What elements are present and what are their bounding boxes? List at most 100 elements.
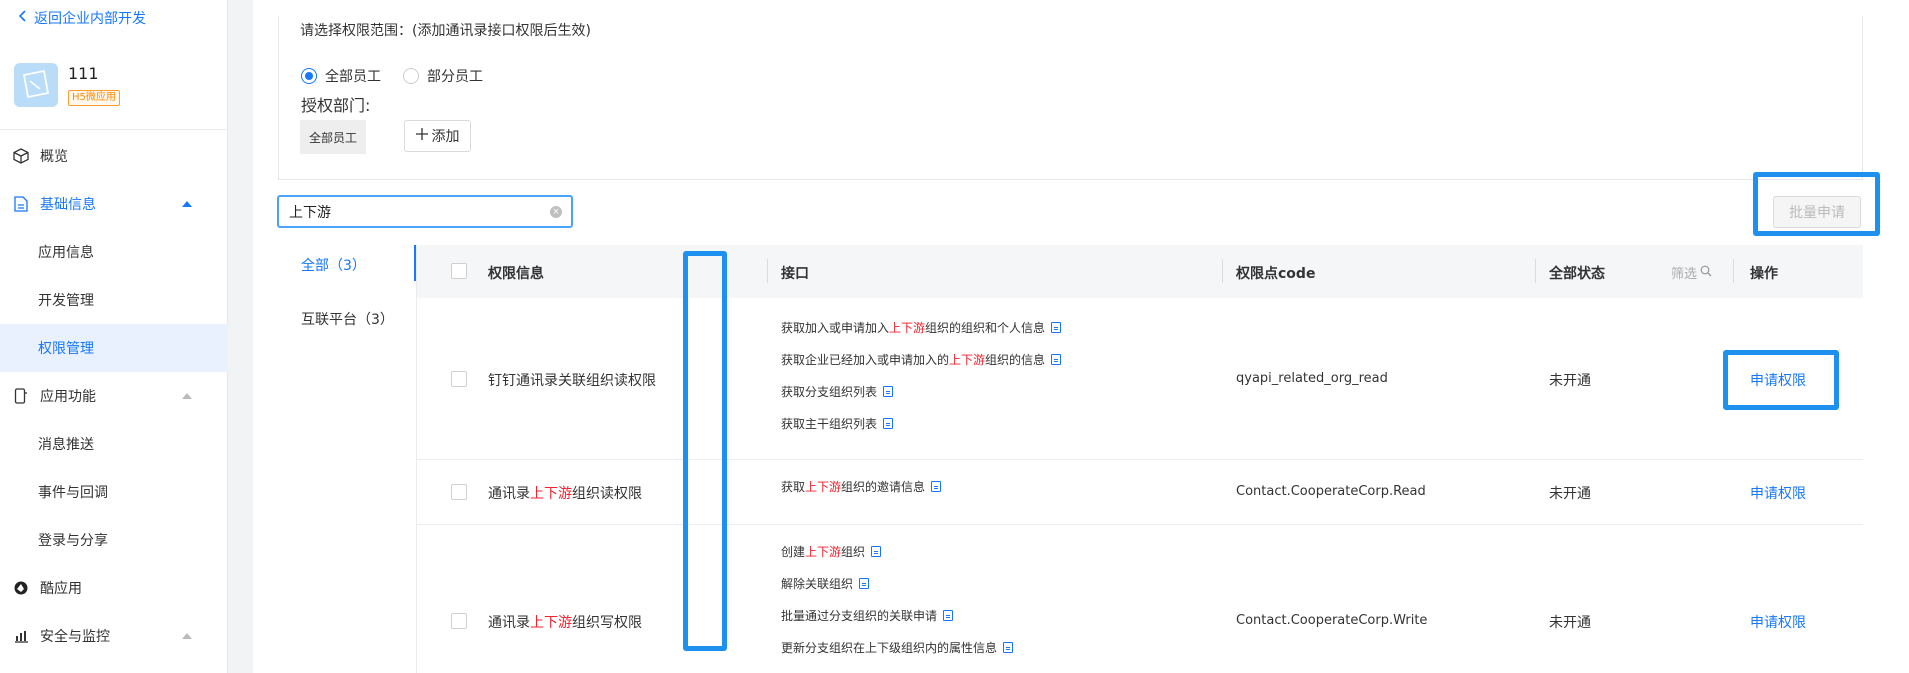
perm-name: 通讯录上下游组织写权限 (488, 615, 642, 631)
nav-item-overview[interactable]: 概览 (0, 132, 228, 180)
column-header-api: 接口 (781, 266, 809, 282)
radio-label: 部分员工 (427, 69, 483, 85)
sidebar-item-app-info[interactable]: 应用信息 (0, 228, 228, 276)
scope-title: 请选择权限范围：(添加通讯录接口权限后生效) (300, 23, 591, 39)
permission-scope-panel: 请选择权限范围：(添加通讯录接口权限后生效) 全部员工 部分员工 授权部门: 全… (278, 16, 1863, 180)
chevron-left-icon (18, 10, 28, 26)
highlight-box-batch (1753, 172, 1880, 236)
doc-link-icon[interactable] (859, 578, 870, 589)
api-item[interactable]: 解除关联组织 (781, 575, 870, 592)
search-input[interactable]: 上下游 × (277, 195, 573, 228)
sidebar-item-label: 事件与回调 (38, 485, 108, 501)
cool-app-icon (12, 579, 30, 597)
search-icon (1700, 265, 1712, 281)
api-item[interactable]: 获取加入或申请加入上下游组织的组织和个人信息 (781, 319, 1062, 336)
doc-link-icon[interactable] (1051, 354, 1062, 365)
doc-link-icon[interactable] (883, 418, 894, 429)
sidebar-item-dev-manage[interactable]: 开发管理 (0, 276, 228, 324)
cube-icon (12, 147, 30, 165)
highlight-box-apply-link (1723, 350, 1839, 410)
perm-name: 钉钉通讯录关联组织读权限 (488, 373, 656, 389)
filter-label: 筛选 (1671, 267, 1698, 282)
nav-item-label: 酷应用 (40, 581, 82, 597)
perm-code: qyapi_related_org_read (1236, 371, 1388, 386)
apply-permission-link[interactable]: 申请权限 (1750, 483, 1806, 503)
api-item[interactable]: 获取主干组织列表 (781, 415, 894, 432)
row-checkbox[interactable] (451, 613, 467, 629)
sidebar-item-label: 应用信息 (38, 245, 94, 261)
doc-link-icon[interactable] (883, 386, 894, 397)
doc-link-icon[interactable] (871, 546, 882, 557)
perm-status: 未开通 (1549, 486, 1591, 502)
nav-item-cool-app[interactable]: 酷应用 (0, 564, 228, 612)
row-divider (417, 459, 1863, 460)
dept-tag: 全部员工 (300, 120, 367, 154)
category-all[interactable]: 全部（3） (301, 255, 366, 275)
radio-label: 全部员工 (325, 69, 381, 85)
nav-item-basic-info[interactable]: 基础信息 (0, 180, 228, 228)
sidebar-item-login-share[interactable]: 登录与分享 (0, 516, 228, 564)
radio-checked-icon (301, 68, 317, 84)
api-item[interactable]: 更新分支组织在上下级组织内的属性信息 (781, 639, 1014, 656)
nav-item-label: 应用功能 (40, 389, 96, 405)
api-item[interactable]: 获取分支组织列表 (781, 383, 894, 400)
column-divider (767, 259, 768, 283)
api-item[interactable]: 获取企业已经加入或申请加入的上下游组织的信息 (781, 351, 1062, 368)
chevron-up-icon (182, 201, 192, 207)
perm-status: 未开通 (1549, 373, 1591, 389)
doc-link-icon[interactable] (943, 610, 954, 621)
plus-icon (415, 128, 428, 144)
column-divider (1535, 259, 1536, 283)
sidebar-item-events-callback[interactable]: 事件与回调 (0, 468, 228, 516)
main-panel: 请选择权限范围：(添加通讯录接口权限后生效) 全部员工 部分员工 授权部门: 全… (253, 0, 1909, 673)
sidebar-item-label: 开发管理 (38, 293, 94, 309)
chevron-up-icon (182, 633, 192, 639)
app-header: 111 H5微应用 (0, 46, 228, 130)
phone-icon (12, 387, 30, 405)
sidebar-item-message-push[interactable]: 消息推送 (0, 420, 228, 468)
api-item[interactable]: 获取上下游组织的邀请信息 (781, 478, 942, 495)
back-link[interactable]: 返回企业内部开发 (18, 8, 146, 28)
select-all-checkbox[interactable] (451, 263, 467, 279)
scope-radio-group: 全部员工 部分员工 (301, 66, 483, 86)
add-dept-label: 添加 (431, 129, 460, 145)
api-item[interactable]: 创建上下游组织 (781, 543, 882, 560)
radio-partial-staff[interactable]: 部分员工 (403, 66, 483, 86)
api-item[interactable]: 批量通过分支组织的关联申请 (781, 607, 954, 624)
doc-link-icon[interactable] (931, 481, 942, 492)
app-name: 111 (68, 64, 99, 83)
column-header-code: 权限点code (1236, 266, 1316, 282)
column-header-perm: 权限信息 (488, 266, 544, 282)
back-link-label: 返回企业内部开发 (34, 11, 146, 27)
column-header-status: 全部状态 (1549, 266, 1605, 282)
nav-item-security[interactable]: 安全与监控 (0, 612, 228, 660)
row-checkbox[interactable] (451, 484, 467, 500)
column-header-action: 操作 (1750, 266, 1778, 282)
sidebar-item-label: 消息推送 (38, 437, 94, 453)
clear-icon[interactable]: × (550, 206, 562, 218)
chevron-up-icon (182, 393, 192, 399)
status-filter[interactable]: 筛选 (1671, 263, 1712, 282)
radio-all-staff[interactable]: 全部员工 (301, 66, 381, 86)
nav-item-app-features[interactable]: 应用功能 (0, 372, 228, 420)
row-divider (417, 524, 1863, 525)
doc-link-icon[interactable] (1003, 642, 1014, 653)
row-checkbox[interactable] (451, 371, 467, 387)
sidebar-item-label: 权限管理 (38, 341, 94, 357)
authorized-dept-label: 授权部门: (301, 96, 371, 115)
sidebar: 返回企业内部开发 111 H5微应用 概览 基础信息 应用信息 开发管理 权限管… (0, 0, 228, 673)
table-header: 权限信息 接口 权限点code 全部状态 筛选 操作 (417, 245, 1863, 298)
add-dept-button[interactable]: 添加 (404, 120, 471, 152)
doc-link-icon[interactable] (1051, 322, 1062, 333)
perm-name: 通讯录上下游组织读权限 (488, 486, 642, 502)
app-type-badge: H5微应用 (68, 90, 120, 106)
radio-unchecked-icon (403, 68, 419, 84)
search-input-value: 上下游 (289, 204, 331, 221)
sidebar-item-label: 登录与分享 (38, 533, 108, 549)
sidebar-item-permission-manage[interactable]: 权限管理 (0, 324, 228, 372)
category-interconnect[interactable]: 互联平台（3） (301, 309, 394, 329)
apply-permission-link[interactable]: 申请权限 (1750, 612, 1806, 632)
bar-chart-icon (12, 627, 30, 645)
column-divider (1733, 259, 1734, 283)
document-icon (12, 195, 30, 213)
